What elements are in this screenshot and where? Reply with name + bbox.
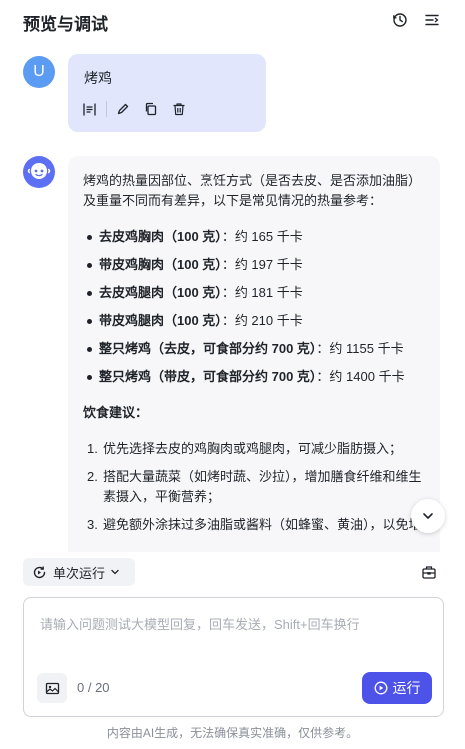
image-icon [45, 682, 59, 694]
prompt-input[interactable] [40, 614, 430, 654]
chevron-down-icon [111, 569, 119, 575]
list-item: 2. 搭配大量蔬菜（如烤时蔬、沙拉），增加膳食纤维和维生素摄入，平衡营养； [87, 469, 422, 504]
user-message-bubble: 烤鸡 [68, 54, 266, 132]
user-avatar: U [23, 56, 55, 88]
delete-icon[interactable] [170, 100, 188, 118]
upload-image-button[interactable] [37, 673, 67, 703]
list-item: 去皮鸡胸肉（100 克）：约 165 千卡 [83, 227, 423, 247]
run-mode-label: 单次运行 [53, 565, 106, 581]
run-button[interactable]: 运行 [362, 672, 432, 704]
scroll-to-bottom-button[interactable] [411, 499, 445, 533]
list-item: 3. 避免额外涂抹过多油脂或酱料（如蜂蜜、黄油），以免增 [87, 517, 422, 532]
bot-avatar [23, 156, 55, 188]
list-item: 去皮鸡腿肉（100 克）：约 181 千卡 [83, 283, 423, 303]
user-message-text: 烤鸡 [84, 70, 112, 86]
header: 预览与调试 [0, 0, 465, 42]
list-item: 1. 优先选择去皮的鸡胸肉或鸡腿肉，可减少脂肪摄入； [87, 441, 403, 456]
list-item: 带皮鸡胸肉（100 克）：约 197 千卡 [83, 255, 423, 275]
copy-icon[interactable] [142, 100, 160, 118]
message-toolbar [80, 100, 188, 118]
run-button-label: 运行 [392, 680, 421, 696]
list-item: 带皮鸡腿肉（100 克）：约 210 千卡 [83, 311, 423, 331]
list-menu-icon[interactable] [423, 11, 441, 29]
edit-icon[interactable] [114, 100, 132, 118]
list-item: 整只烤鸡（去皮，可食部分约 700 克）：约 1155 千卡 [83, 339, 423, 359]
bot-message-content: 烤鸡的热量因部位、烹饪方式（是否去皮、是否添加油脂）及重量不同而有差异，以下是常… [83, 171, 423, 543]
toolbox-icon[interactable] [421, 564, 437, 580]
calorie-list: 去皮鸡胸肉（100 克）：约 165 千卡 带皮鸡胸肉（100 克）：约 197… [83, 227, 423, 387]
bot-face-icon [27, 163, 51, 179]
history-icon[interactable] [391, 11, 409, 29]
char-counter: 0 / 20 [77, 680, 110, 695]
advice-title: 饮食建议： [83, 405, 149, 420]
bot-message-bubble: 烤鸡的热量因部位、烹饪方式（是否去皮、是否添加油脂）及重量不同而有差异，以下是常… [68, 156, 440, 552]
play-circle-icon [374, 681, 387, 695]
chevron-down-icon [423, 513, 433, 519]
chat-area[interactable]: U 烤鸡 烤鸡的热量因部位、烹饪方式（是否去皮、是否添加油脂）及重量不同而有差异… [0, 42, 465, 552]
bot-intro-text: 烤鸡的热量因部位、烹饪方式（是否去皮、是否添加油脂）及重量不同而有差异，以下是常… [83, 173, 422, 208]
toolbar-divider [106, 101, 107, 117]
run-mode-icon [33, 566, 46, 578]
disclaimer-text: 内容由AI生成，无法确保真实准确，仅供参考。 [106, 726, 359, 740]
prompt-input-box: 0 / 20 运行 [23, 597, 444, 717]
text-align-icon[interactable] [80, 100, 98, 118]
advice-list: 1. 优先选择去皮的鸡胸肉或鸡腿肉，可减少脂肪摄入； 2. 搭配大量蔬菜（如烤时蔬、… [83, 439, 423, 535]
list-item: 整只烤鸡（带皮，可食部分约 700 克）：约 1400 千卡 [83, 367, 423, 387]
page-title: 预览与调试 [23, 15, 108, 34]
run-mode-select[interactable]: 单次运行 [23, 558, 135, 586]
